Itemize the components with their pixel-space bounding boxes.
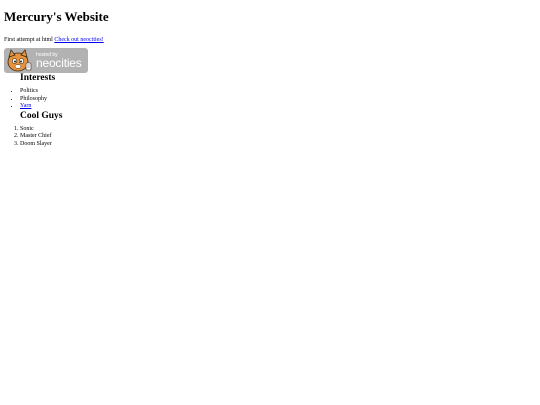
cool-guy-item-master-chief: Master Chief [20,133,536,141]
page-body: Mercury's Website First attempt at html … [4,0,536,149]
interest-item-yarn: Yarn [20,103,536,111]
interest-item-politics: Politics [20,88,536,96]
page-title: Mercury's Website [4,9,109,24]
neocities-cat-icon [7,49,32,72]
intro-paragraph: First attempt at html Check out neocitie… [4,36,536,44]
yarn-link[interactable]: Yarn [20,103,31,109]
cool-guys-list: Sonic Master Chief Doom Slayer [4,126,536,149]
badge-brand-label: neocities [36,56,82,70]
intro-text: First attempt at html [4,37,55,43]
neocities-link[interactable]: Check out neocities! [54,37,103,43]
interest-item-philosophy: Philosophy [20,96,536,104]
hosted-by-neocities-badge[interactable]: hosted by neocities [4,48,88,73]
cool-guy-item-sonic: Sonic [20,126,536,134]
interests-list: Politics Philosophy Yarn [4,88,536,111]
interests-heading: Interests [20,73,56,83]
cool-guy-item-doom-slayer: Doom Slayer [20,141,536,149]
cool-guys-heading: Cool Guys [20,110,63,121]
